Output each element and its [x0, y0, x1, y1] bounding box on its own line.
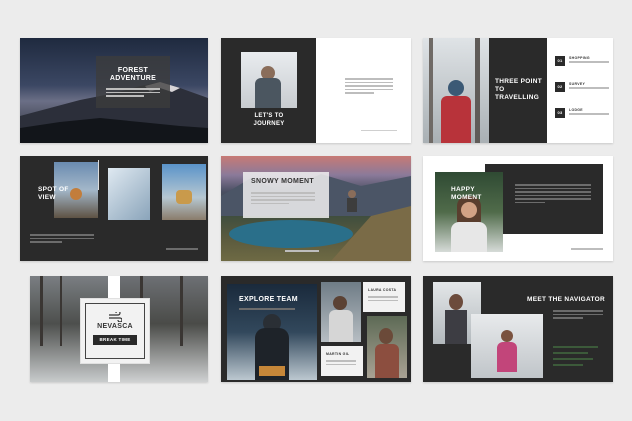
slide-snowy-moment[interactable]: SNOWY MOMENT	[221, 156, 411, 261]
slide-three-point[interactable]: THREE POINT TO TRAVELLING 01 SHOPPING 02…	[423, 38, 613, 143]
brand-name: NEVASCA	[97, 323, 133, 330]
body-text	[106, 88, 160, 99]
slide-title: THREE POINT TO TRAVELLING	[495, 78, 542, 101]
frame-line	[98, 160, 99, 190]
quote-text	[515, 184, 591, 205]
slide-nevasca[interactable]: NEVASCA BREAK TIME	[30, 276, 208, 382]
slide-meet-navigator[interactable]: MEET THE NAVIGATOR	[423, 276, 613, 382]
slide-title: FOREST ADVENTURE	[109, 67, 157, 82]
slide-lets-journey[interactable]: LET'S TO JOURNEY	[221, 38, 411, 143]
page-url	[285, 250, 319, 254]
member-photo-2	[367, 316, 407, 378]
body-text	[239, 308, 295, 312]
body-text	[345, 78, 393, 96]
subtitle-bar: BREAK TIME	[93, 335, 137, 345]
member-photo-1	[321, 282, 361, 342]
slide-happy-moment[interactable]: HAPPY MOMENT	[423, 156, 613, 261]
title-box: SNOWY MOMENT	[243, 172, 329, 218]
sitting-hiker-photo	[162, 164, 206, 220]
page-url	[571, 248, 603, 252]
subtitle: BREAK TIME	[99, 337, 131, 342]
slide-spot-of-view[interactable]: SPOT OF VIEW	[20, 156, 208, 261]
slide-title: SPOT OF VIEW	[38, 186, 69, 201]
skill-bars	[553, 346, 603, 366]
slide-title: HAPPY MOMENT	[451, 186, 482, 201]
member-card-2: MARTIN GIL	[321, 346, 363, 376]
ice-cave-photo	[108, 168, 150, 220]
woman-snow-photo	[241, 52, 297, 108]
slide-title: EXPLORE TEAM	[239, 296, 298, 303]
member-card-1: LAURA COSTA	[363, 282, 405, 312]
member-name-2: MARTIN GIL	[326, 352, 350, 356]
navigator-photo-front	[471, 314, 543, 378]
page-url	[166, 248, 198, 252]
slide-forest-adventure[interactable]: FOREST ADVENTURE	[20, 38, 208, 143]
logo-box: NEVASCA BREAK TIME	[80, 298, 150, 364]
hiker-forest-photo	[423, 38, 489, 143]
body-text	[251, 192, 315, 206]
body-text	[553, 310, 603, 321]
body-text	[30, 234, 94, 245]
slide-explore-team[interactable]: EXPLORE TEAM LAURA COSTA MARTIN GIL	[221, 276, 411, 382]
slide-title: LET'S TO JOURNEY	[253, 113, 285, 127]
title-box: FOREST ADVENTURE	[96, 56, 170, 108]
slide-title: SNOWY MOMENT	[251, 178, 314, 185]
member-name-1: LAURA COSTA	[368, 288, 397, 292]
slide-title: MEET THE NAVIGATOR	[527, 296, 605, 303]
smiling-woman-photo-front	[435, 172, 503, 252]
page-url	[361, 130, 397, 131]
wind-logo-icon	[108, 309, 123, 323]
